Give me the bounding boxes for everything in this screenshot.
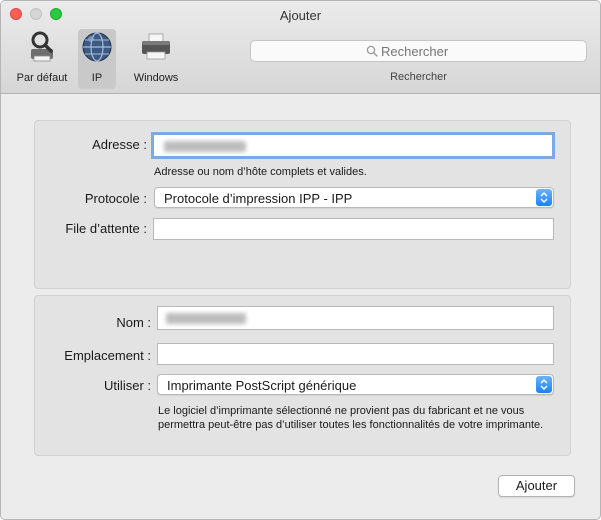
use-driver-popup[interactable]: Imprimante PostScript générique [157, 374, 554, 395]
toolbar-windows-label: Windows [133, 72, 179, 84]
default-printer-icon [31, 31, 53, 62]
protocol-label: Protocole : [84, 191, 147, 206]
use-driver-popup-arrows [536, 376, 552, 393]
driver-warning-note: Le logiciel d’imprimante sélectionné ne … [158, 405, 544, 431]
name-redacted-text [166, 313, 246, 324]
toolbar-ip-button[interactable]: IP [78, 29, 116, 89]
protocol-popup-arrows [536, 189, 552, 206]
name-label: Nom : [116, 315, 151, 330]
queue-field[interactable] [153, 218, 554, 240]
address-label: Adresse : [92, 137, 147, 152]
search-field[interactable] [250, 40, 587, 62]
window-title: Ajouter [279, 8, 322, 23]
queue-label: File d’attente : [65, 221, 147, 236]
location-field[interactable] [157, 343, 554, 365]
use-label: Utiliser : [104, 378, 151, 393]
protocol-popup[interactable]: Protocole d’impression IPP - IPP [154, 187, 554, 208]
chevron-updown-icon [540, 378, 548, 391]
toolbar-ip-label: IP [91, 72, 103, 84]
address-hint: Adresse ou nom d’hôte complets et valide… [154, 166, 367, 178]
chevron-updown-icon [540, 191, 548, 204]
toolbar-default-button[interactable]: Par défaut [10, 29, 74, 89]
toolbar-default-label: Par défaut [16, 72, 68, 84]
use-driver-value: Imprimante PostScript générique [167, 378, 357, 393]
windows-printer-icon [142, 33, 170, 60]
location-label: Emplacement : [64, 348, 151, 363]
toolbar-windows-button[interactable]: Windows [123, 29, 189, 89]
search-icon [366, 45, 378, 57]
protocol-value: Protocole d’impression IPP - IPP [164, 191, 353, 206]
search-caption: Rechercher [390, 71, 447, 83]
address-field[interactable] [151, 132, 555, 159]
add-printer-window: Ajouter Par défaut IP Windows Rechercher… [0, 0, 601, 520]
toolbar: Ajouter Par défaut IP Windows Rechercher… [1, 1, 600, 94]
name-field[interactable] [157, 306, 554, 330]
address-redacted-text [164, 141, 246, 152]
globe-icon [82, 32, 112, 62]
search-input[interactable] [381, 42, 581, 60]
add-button[interactable]: Ajouter [498, 475, 575, 497]
